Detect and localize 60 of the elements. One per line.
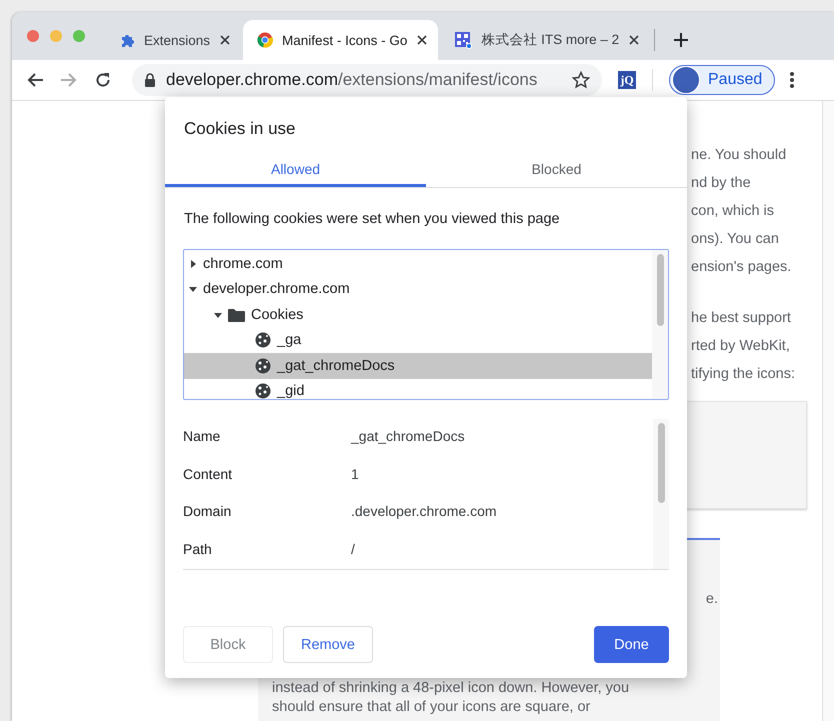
body-text: tifying the icons: — [691, 365, 796, 384]
done-button[interactable]: Done — [594, 626, 669, 663]
browser-tab[interactable]: Extensions — [105, 20, 242, 60]
menu-icon[interactable] — [789, 71, 796, 89]
scrollbar-thumb[interactable] — [656, 254, 664, 326]
lock-icon — [144, 72, 156, 88]
dialog-title: Cookies in use — [183, 118, 297, 140]
browser-logo-icon — [257, 32, 274, 48]
tree-item[interactable]: chrome.com — [184, 251, 652, 276]
reload-icon[interactable] — [94, 71, 112, 89]
address-bar[interactable]: developer.chrome.com/extensions/manifest/icons — [132, 64, 602, 96]
collapse-arrow-icon — [189, 285, 197, 294]
field-value: .developer.chrome.com — [351, 503, 497, 521]
browser-tab[interactable]: 株式会社 ITS more – 2 — [440, 20, 650, 60]
folder-icon — [228, 308, 245, 322]
profile-button[interactable]: Paused — [669, 65, 776, 95]
scrollbar-thumb[interactable] — [658, 423, 664, 503]
field-label: Domain — [183, 503, 232, 521]
tree-item[interactable]: Cookies — [184, 302, 652, 328]
new-tab-icon[interactable] — [673, 32, 690, 48]
body-text: rted by WebKit, — [691, 337, 791, 356]
description-text: The following cookies were set when you viewed this page — [183, 210, 561, 229]
tree-item[interactable]: _gat_chromeDocs — [184, 353, 652, 378]
close-icon[interactable] — [628, 34, 640, 46]
expand-arrow-icon — [189, 260, 197, 268]
browser-tab[interactable]: Manifest - Icons - Go — [243, 20, 438, 60]
field-label: Content — [183, 466, 234, 484]
close-icon[interactable] — [416, 34, 428, 46]
cookie-icon — [255, 383, 271, 399]
qr-code-icon — [454, 31, 472, 49]
puzzle-icon — [119, 32, 135, 48]
body-text: con, which is — [691, 202, 776, 221]
avatar — [672, 66, 700, 94]
back-icon[interactable] — [26, 71, 44, 89]
body-text: instead of shrinking a 48-pixel icon down. However, you — [272, 679, 630, 698]
body-text: nd by the — [691, 174, 752, 193]
field-label: Name — [183, 428, 222, 446]
dialog-tab[interactable]: Allowed — [165, 149, 426, 187]
scrollbar[interactable] — [822, 101, 834, 721]
field-label: Path — [183, 540, 213, 558]
body-text: ne. You should — [691, 146, 788, 165]
star-icon[interactable] — [572, 71, 590, 89]
body-text: ension's pages. — [691, 258, 792, 277]
close-icon[interactable] — [219, 34, 232, 46]
cookie-icon — [255, 332, 271, 348]
field-value: _gat_chromeDocs — [351, 428, 465, 446]
body-text: he best support — [691, 309, 792, 328]
action-button[interactable]: Remove — [283, 626, 373, 663]
cookie-icon — [255, 358, 271, 374]
body-text: e. — [704, 590, 718, 609]
body-text: should ensure that all of your icons are square, or — [272, 698, 592, 717]
field-value: 1 — [351, 466, 359, 484]
field-value: / — [351, 540, 355, 558]
tree-item[interactable]: developer.chrome.com — [184, 276, 652, 302]
tree-item[interactable]: _ga — [184, 328, 652, 353]
collapse-arrow-icon — [214, 310, 222, 319]
body-text: ons). You can — [691, 230, 780, 249]
extension-button[interactable]: jQ — [618, 71, 636, 89]
tree-item[interactable]: _gid — [184, 378, 652, 399]
dialog-tab[interactable]: Blocked — [426, 149, 687, 187]
